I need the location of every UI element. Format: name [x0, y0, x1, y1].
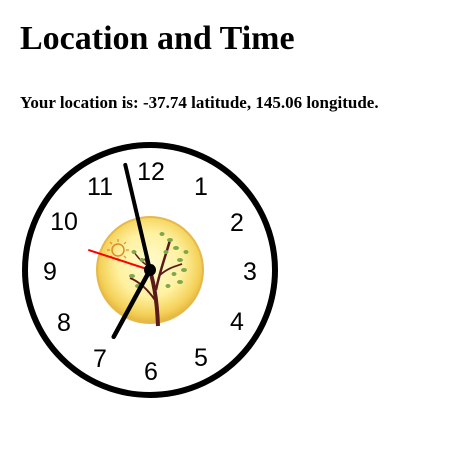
clock-number-1: 1 — [194, 173, 208, 201]
clock-number-3: 3 — [243, 258, 257, 286]
page-title: Location and Time — [20, 20, 295, 57]
clock-number-6: 6 — [144, 358, 158, 386]
clock-number-2: 2 — [230, 209, 244, 237]
clock-number-7: 7 — [93, 345, 107, 373]
clock-number-8: 8 — [57, 309, 71, 337]
clock-face-svg: 12 1 2 3 4 5 6 7 8 9 10 11 — [22, 142, 278, 398]
clock-number-5: 5 — [194, 344, 208, 372]
clock-number-12: 12 — [137, 158, 165, 186]
clock-number-11: 11 — [87, 173, 113, 201]
clock-number-9: 9 — [43, 258, 57, 286]
clock-center-pin — [144, 264, 156, 276]
location-text: Your location is: -37.74 latitude, 145.0… — [20, 93, 379, 112]
clock-number-10: 10 — [50, 208, 78, 236]
analog-clock: 12 1 2 3 4 5 6 7 8 9 10 11 — [20, 140, 282, 402]
clock-number-4: 4 — [230, 308, 244, 336]
